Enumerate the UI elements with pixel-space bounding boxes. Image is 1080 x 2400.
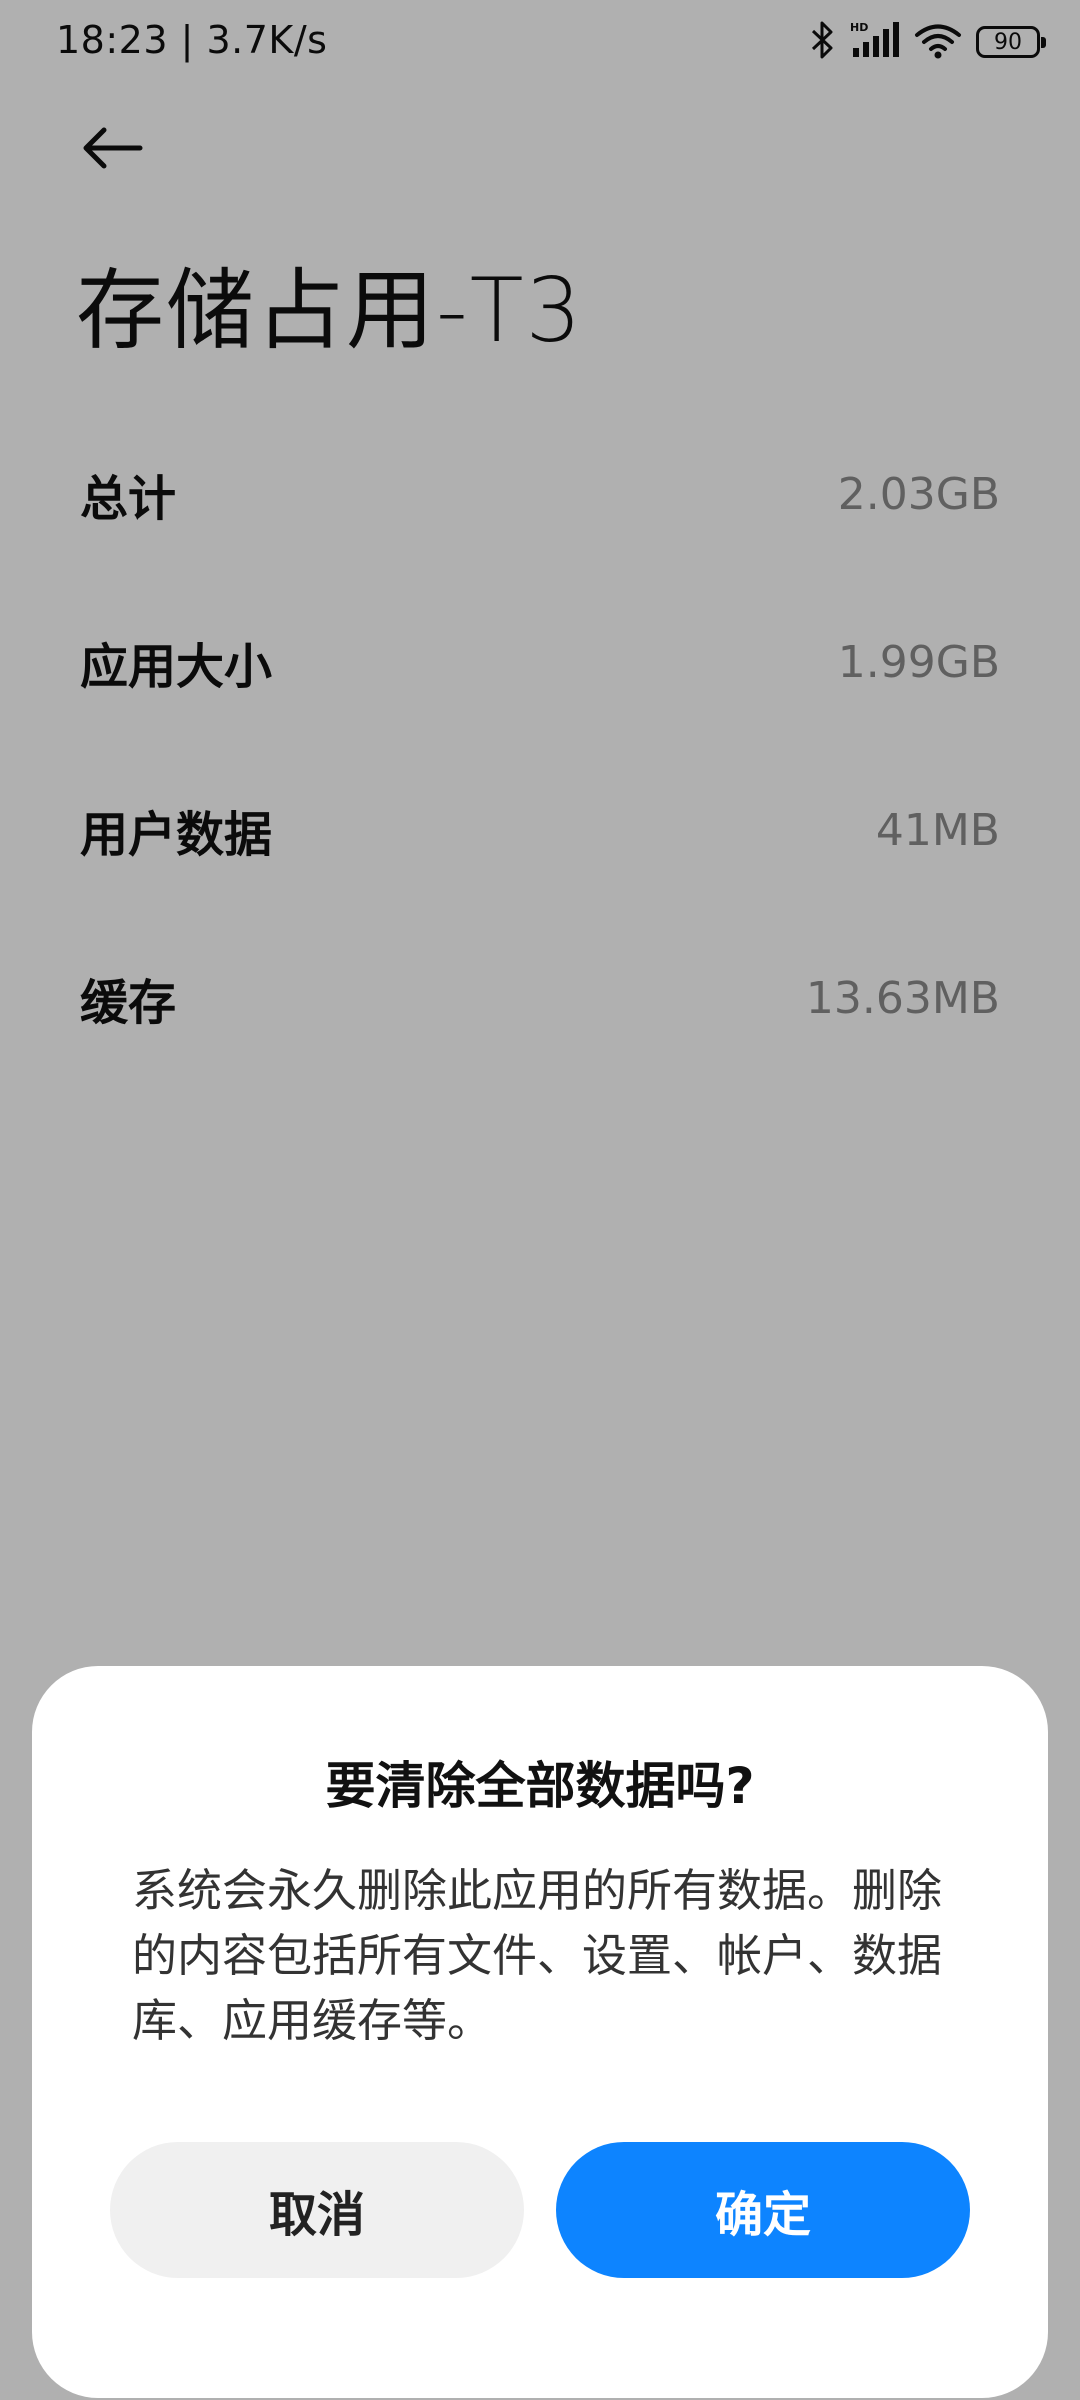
cancel-button[interactable]: 取消 [110, 2142, 524, 2278]
dialog-title: 要清除全部数据吗? [325, 1757, 755, 1815]
dialog-message: 系统会永久删除此应用的所有数据。删除的内容包括所有文件、设置、帐户、数据库、应用… [132, 1864, 943, 2047]
storage-screen: 18:23 | 3.7K/s HD 90 存储占用-T3 总计 2.03GB 应… [0, 0, 1080, 2400]
clear-data-dialog: 要清除全部数据吗? 系统会永久删除此应用的所有数据。删除的内容包括所有文件、设置… [32, 1666, 1048, 2398]
confirm-button[interactable]: 确定 [556, 2142, 970, 2278]
